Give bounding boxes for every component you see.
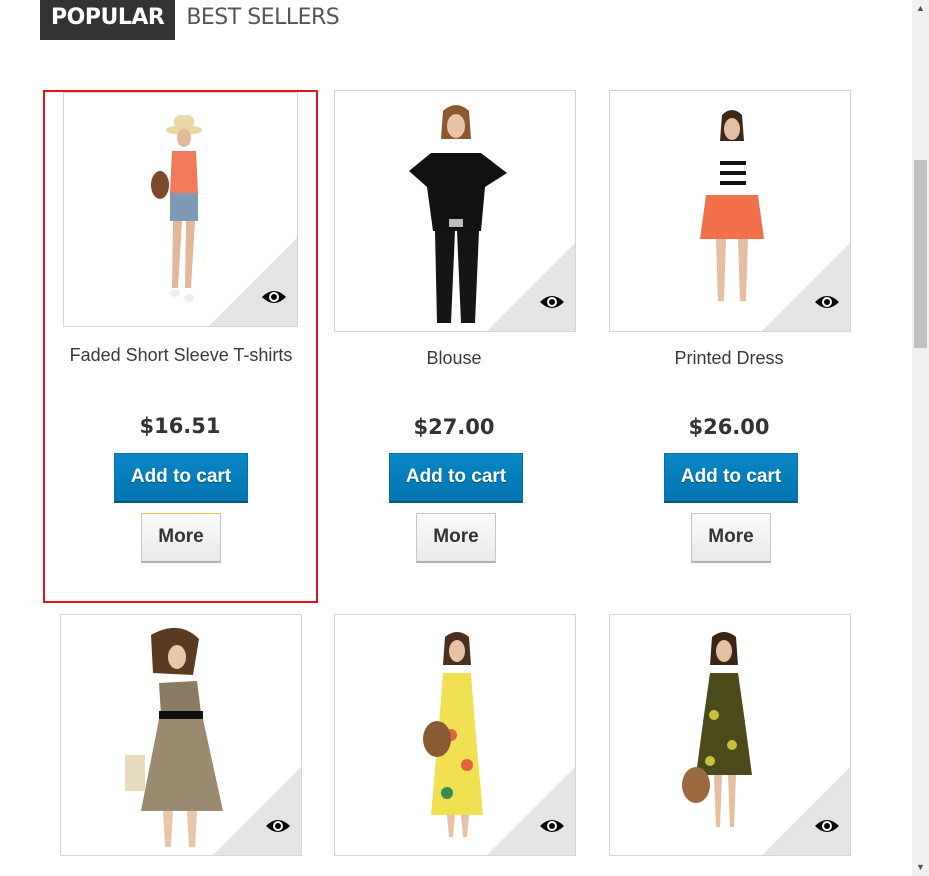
product-image[interactable] (63, 92, 298, 327)
more-button[interactable]: More (416, 513, 496, 563)
chevron-down-icon[interactable]: ▼ (912, 859, 929, 876)
vertical-scrollbar[interactable]: ▲ ▼ (912, 0, 929, 876)
product-price: $16.51 (139, 414, 221, 438)
quick-view-corner (487, 767, 575, 855)
product-tabs: POPULAR BEST SELLERS (40, 0, 350, 40)
quick-view-corner (209, 238, 297, 326)
eye-icon[interactable] (265, 817, 291, 835)
add-to-cart-button[interactable]: Add to cart (114, 453, 248, 503)
product-name[interactable]: Faded Short Sleeve T-shirts (61, 343, 301, 368)
eye-icon[interactable] (539, 817, 565, 835)
more-button[interactable]: More (141, 513, 221, 563)
product-image[interactable] (609, 90, 851, 332)
quick-view-corner (762, 767, 850, 855)
eye-icon[interactable] (814, 817, 840, 835)
tab-popular[interactable]: POPULAR (40, 0, 176, 40)
product-image[interactable] (609, 614, 851, 856)
eye-icon[interactable] (261, 288, 287, 306)
product-name[interactable]: Blouse (334, 346, 574, 371)
quick-view-corner (487, 243, 575, 331)
eye-icon[interactable] (539, 293, 565, 311)
product-image[interactable] (60, 614, 302, 856)
quick-view-corner (213, 767, 301, 855)
tab-best-sellers[interactable]: BEST SELLERS (175, 0, 350, 40)
product-price: $26.00 (688, 415, 770, 439)
eye-icon[interactable] (814, 293, 840, 311)
chevron-up-icon[interactable]: ▲ (912, 0, 929, 17)
add-to-cart-button[interactable]: Add to cart (389, 453, 523, 503)
product-image[interactable] (334, 614, 576, 856)
product-price: $27.00 (413, 415, 495, 439)
add-to-cart-button[interactable]: Add to cart (664, 453, 798, 503)
product-image[interactable] (334, 90, 576, 332)
product-name[interactable]: Printed Dress (609, 346, 849, 371)
quick-view-corner (762, 243, 850, 331)
scroll-thumb[interactable] (914, 160, 927, 348)
more-button[interactable]: More (691, 513, 771, 563)
